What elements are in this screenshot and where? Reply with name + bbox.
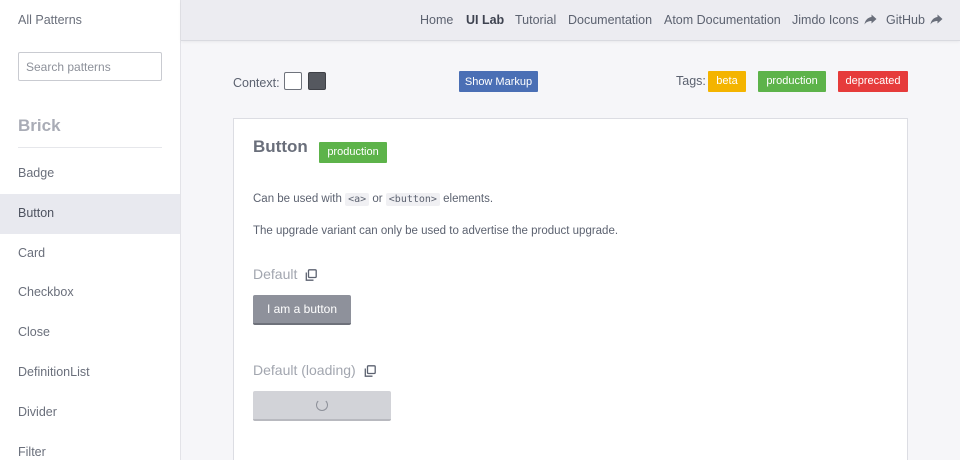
tag-production[interactable]: production (758, 71, 826, 92)
nav-ui-lab[interactable]: UI Lab (466, 13, 504, 27)
divider (18, 147, 162, 148)
sidebar-item-definitionlist[interactable]: DefinitionList (0, 353, 180, 393)
nav-jimdo-icons[interactable]: Jimdo Icons (792, 13, 877, 28)
pattern-card: Button production Can be used with <a> o… (233, 118, 908, 460)
variant-default-loading: Default (loading) (253, 362, 376, 380)
copy-icon[interactable] (305, 268, 318, 284)
status-badge: production (319, 142, 387, 163)
context-light-swatch[interactable] (284, 72, 302, 90)
sidebar-item-divider[interactable]: Divider (0, 393, 180, 433)
variant-default: Default (253, 266, 318, 284)
sidebar-item-checkbox[interactable]: Checkbox (0, 273, 180, 313)
tags-label: Tags: (676, 74, 706, 88)
variant-loading-title: Default (loading) (253, 362, 356, 378)
tag-deprecated[interactable]: deprecated (838, 71, 908, 92)
sidebar-item-badge[interactable]: Badge (0, 154, 180, 194)
nav-jimdo-icons-label: Jimdo Icons (792, 13, 859, 27)
demo-button[interactable]: I am a button (253, 295, 351, 325)
description-usage: Can be used with <a> or <button> element… (253, 193, 494, 206)
share-arrow-icon (930, 14, 943, 28)
nav-atom-documentation[interactable]: Atom Documentation (664, 13, 781, 27)
demo-button-loading[interactable] (253, 391, 391, 421)
desc-suffix: elements. (443, 193, 494, 205)
nav-home[interactable]: Home (420, 13, 453, 27)
share-arrow-icon (864, 14, 877, 28)
tag-beta[interactable]: beta (708, 71, 746, 92)
code-button: <button> (385, 193, 440, 206)
context-dark-swatch[interactable] (308, 72, 326, 90)
desc-prefix: Can be used with (253, 193, 342, 205)
group-heading: Brick (18, 116, 61, 135)
context-label: Context: (233, 76, 280, 90)
sidebar-list: Badge Button Card Checkbox Close Definit… (0, 154, 180, 460)
spinner-icon (316, 399, 328, 411)
copy-icon[interactable] (364, 364, 376, 380)
nav-tutorial[interactable]: Tutorial (515, 13, 556, 27)
all-patterns-link[interactable]: All Patterns (18, 13, 82, 27)
description-upgrade: The upgrade variant can only be used to … (253, 225, 619, 237)
code-a: <a> (345, 193, 370, 206)
sidebar-item-card[interactable]: Card (0, 234, 180, 274)
search-input[interactable] (18, 52, 162, 81)
sidebar-item-filter[interactable]: Filter (0, 433, 180, 460)
desc-middle: or (372, 193, 383, 205)
top-nav: Home UI Lab Tutorial Documentation Atom … (181, 0, 960, 41)
nav-github[interactable]: GitHub (886, 13, 943, 28)
nav-documentation[interactable]: Documentation (568, 13, 652, 27)
sidebar-item-close[interactable]: Close (0, 313, 180, 353)
sidebar: All Patterns Brick Badge Button Card Che… (0, 0, 181, 460)
show-markup-button[interactable]: Show Markup (459, 71, 538, 92)
variant-default-title: Default (253, 266, 298, 282)
pattern-title: Button (253, 137, 308, 156)
sidebar-item-button[interactable]: Button (0, 193, 180, 234)
nav-github-label: GitHub (886, 13, 925, 27)
